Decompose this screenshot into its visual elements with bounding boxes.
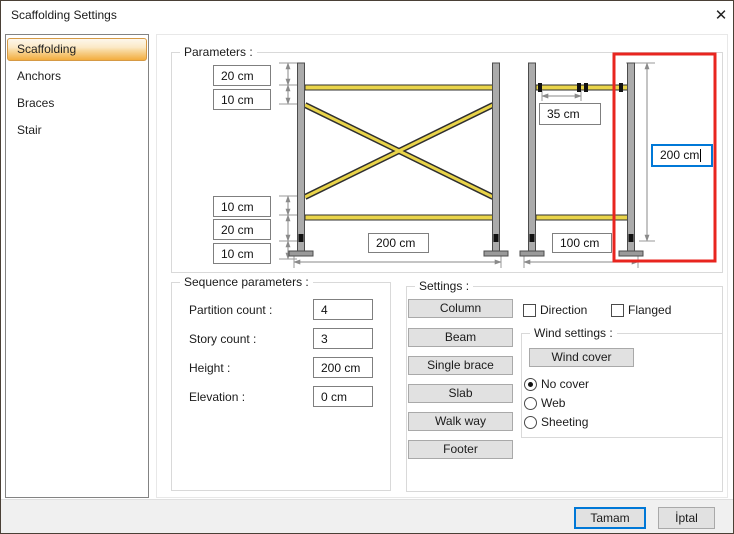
height-input[interactable] xyxy=(313,357,373,378)
radio-icon xyxy=(524,397,537,410)
bay-width-input[interactable] xyxy=(368,233,429,253)
checkbox-box-icon xyxy=(523,304,536,317)
radio-icon xyxy=(524,416,537,429)
bottom-spacing-2-input[interactable] xyxy=(213,219,271,240)
sheeting-radio[interactable]: Sheeting xyxy=(524,415,588,429)
sidebar-item-stair[interactable]: Stair xyxy=(7,119,147,142)
sidebar-item-label: Braces xyxy=(17,96,54,110)
cancel-button[interactable]: İptal xyxy=(658,507,715,529)
elevation-input[interactable] xyxy=(313,386,373,407)
parameters-group-label: Parameters : xyxy=(180,45,257,59)
sidebar-item-anchors[interactable]: Anchors xyxy=(7,65,147,88)
single-brace-button[interactable]: Single brace xyxy=(408,356,513,375)
story-count-input[interactable] xyxy=(313,328,373,349)
sheeting-radio-label: Sheeting xyxy=(541,415,588,429)
web-radio[interactable]: Web xyxy=(524,396,565,410)
direction-checkbox-label: Direction xyxy=(540,303,587,317)
flanged-checkbox-label: Flanged xyxy=(628,303,671,317)
partition-count-label: Partition count : xyxy=(189,303,272,317)
sidebar-item-label: Anchors xyxy=(17,69,61,83)
story-count-label: Story count : xyxy=(189,332,256,346)
elevation-label: Elevation : xyxy=(189,390,245,404)
narrow-bay-width-input[interactable] xyxy=(552,233,612,253)
checkbox-box-icon xyxy=(611,304,624,317)
story-height-value: 200 cm xyxy=(660,148,699,162)
text-caret xyxy=(700,149,701,162)
column-button[interactable]: Column xyxy=(408,299,513,318)
top-spacing-1-input[interactable] xyxy=(213,65,271,86)
web-radio-label: Web xyxy=(541,396,565,410)
story-height-input[interactable]: 200 cm xyxy=(651,144,713,167)
sidebar-item-label: Stair xyxy=(17,123,42,137)
no-cover-radio[interactable]: No cover xyxy=(524,377,589,391)
slab-button[interactable]: Slab xyxy=(408,384,513,403)
settings-group-label: Settings : xyxy=(415,279,473,293)
beam-button[interactable]: Beam xyxy=(408,328,513,347)
clamp-spacing-input[interactable] xyxy=(539,103,601,125)
close-icon[interactable]: ✕ xyxy=(711,6,731,26)
sidebar-item-braces[interactable]: Braces xyxy=(7,92,147,115)
wind-cover-button[interactable]: Wind cover xyxy=(529,348,634,367)
dialog-title: Scaffolding Settings xyxy=(11,8,117,22)
sidebar-item-scaffolding[interactable]: Scaffolding xyxy=(7,38,147,61)
dialog-footer: Tamam İptal xyxy=(1,499,733,534)
radio-selected-icon xyxy=(524,378,537,391)
walk-way-button[interactable]: Walk way xyxy=(408,412,513,431)
scaffolding-settings-dialog: Scaffolding Settings ✕ Scaffolding Ancho… xyxy=(0,0,734,534)
footer-button[interactable]: Footer xyxy=(408,440,513,459)
category-sidebar: Scaffolding Anchors Braces Stair xyxy=(5,34,149,498)
direction-checkbox[interactable]: Direction xyxy=(523,303,587,317)
flanged-checkbox[interactable]: Flanged xyxy=(611,303,671,317)
no-cover-radio-label: No cover xyxy=(541,377,589,391)
bottom-spacing-3-input[interactable] xyxy=(213,243,271,264)
bottom-spacing-1-input[interactable] xyxy=(213,196,271,217)
top-spacing-2-input[interactable] xyxy=(213,89,271,110)
sidebar-item-label: Scaffolding xyxy=(17,42,76,56)
height-label: Height : xyxy=(189,361,230,375)
partition-count-input[interactable] xyxy=(313,299,373,320)
wind-settings-group-label: Wind settings : xyxy=(530,326,617,340)
sequence-group-label: Sequence parameters : xyxy=(180,275,313,289)
ok-button[interactable]: Tamam xyxy=(574,507,646,529)
